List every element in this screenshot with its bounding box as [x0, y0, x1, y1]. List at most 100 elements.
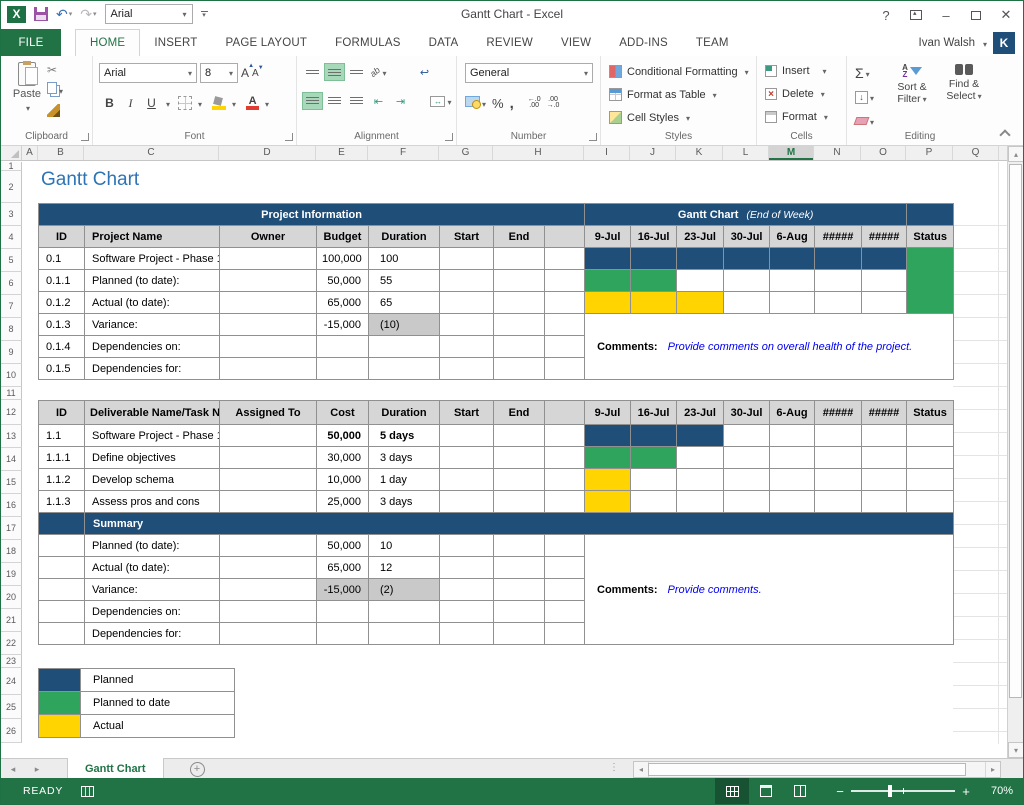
section-header-gantt-chart[interactable]: Gantt Chart(End of Week) — [585, 204, 907, 226]
add-sheet-button[interactable]: + — [190, 762, 205, 777]
zoom-slider-thumb[interactable] — [888, 785, 892, 797]
gantt-cell[interactable] — [815, 270, 862, 292]
legend-label[interactable]: Planned to date — [81, 692, 235, 715]
cell[interactable]: Define objectives — [85, 447, 220, 469]
vertical-scrollbar[interactable]: ▴ ▾ — [1007, 146, 1023, 758]
gantt-cell[interactable] — [770, 447, 815, 469]
cell[interactable]: 50,000 — [317, 425, 369, 447]
cell[interactable] — [317, 358, 369, 380]
sheet-title[interactable]: Gantt Chart — [41, 169, 139, 191]
column-header[interactable]: J — [630, 146, 676, 160]
col-header[interactable]: Duration — [369, 401, 440, 425]
number-format-select[interactable]: General — [465, 63, 593, 83]
horizontal-scroll-thumb[interactable] — [648, 763, 966, 776]
status-cell[interactable] — [907, 491, 954, 513]
row-header[interactable]: 14 — [1, 448, 22, 471]
undo-dropdown-icon[interactable]: ▾ — [69, 10, 73, 18]
cell[interactable] — [369, 358, 440, 380]
cell[interactable] — [545, 535, 585, 557]
week-header[interactable]: ##### — [815, 226, 862, 248]
tab-review[interactable]: REVIEW — [472, 29, 547, 56]
cell[interactable] — [494, 447, 545, 469]
cell[interactable] — [220, 491, 317, 513]
cell[interactable]: 100,000 — [317, 248, 369, 270]
week-header[interactable]: 6-Aug — [770, 401, 815, 425]
alignment-dialog-launcher-icon[interactable] — [445, 133, 453, 141]
cut-button[interactable]: ✂ — [47, 64, 63, 76]
decrease-indent-button[interactable]: ⇤ — [368, 92, 389, 110]
week-header[interactable]: 6-Aug — [770, 226, 815, 248]
redo-dropdown-icon[interactable]: ▾ — [93, 10, 97, 18]
cell[interactable] — [545, 491, 585, 513]
row-header[interactable]: 3 — [1, 203, 22, 226]
cell[interactable]: Software Project - Phase 1.1 — [85, 425, 220, 447]
gantt-cell[interactable] — [585, 270, 631, 292]
cell[interactable]: 1 day — [369, 469, 440, 491]
cell[interactable]: Dependencies on: — [85, 601, 220, 623]
row-header[interactable]: 2 — [1, 171, 22, 203]
tab-home[interactable]: HOME — [75, 29, 140, 56]
gantt-cell[interactable] — [677, 425, 724, 447]
cell[interactable]: 55 — [369, 270, 440, 292]
accounting-format-button[interactable] — [465, 94, 486, 112]
cell[interactable]: 10 — [369, 535, 440, 557]
cell[interactable] — [494, 469, 545, 491]
cell[interactable]: -15,000 — [317, 579, 369, 601]
gantt-cell[interactable] — [815, 425, 862, 447]
cell[interactable] — [440, 447, 494, 469]
column-header[interactable]: H — [493, 146, 584, 160]
cell[interactable] — [545, 447, 585, 469]
fill-color-dropdown-icon[interactable] — [230, 94, 236, 112]
sheet-tab-gantt-chart[interactable]: Gantt Chart — [67, 758, 164, 780]
percent-style-button[interactable]: % — [492, 96, 504, 111]
gantt-cell[interactable] — [677, 447, 724, 469]
cell[interactable] — [39, 579, 85, 601]
legend-swatch[interactable] — [39, 692, 81, 715]
orientation-button[interactable]: ab — [368, 63, 389, 81]
fill-color-icon[interactable] — [212, 96, 226, 110]
column-header[interactable]: Q — [953, 146, 999, 160]
increase-font-button[interactable]: A▲ — [241, 66, 249, 80]
cell[interactable] — [494, 623, 545, 645]
column-header[interactable]: D — [219, 146, 316, 160]
col-header[interactable]: Deliverable Name/Task Name — [85, 401, 220, 425]
status-header[interactable]: Status — [907, 401, 954, 425]
week-header[interactable]: 9-Jul — [585, 401, 631, 425]
row-header[interactable]: 11 — [1, 387, 22, 400]
increase-decimal-button[interactable]: ←.0 .00 — [528, 97, 541, 109]
row-header[interactable]: 21 — [1, 609, 22, 632]
legend-swatch[interactable] — [39, 669, 81, 692]
cell[interactable]: Actual (to date): — [85, 557, 220, 579]
tab-file[interactable]: FILE — [1, 29, 61, 56]
top-align-button[interactable] — [302, 63, 323, 81]
gantt-cell[interactable] — [631, 425, 677, 447]
cell[interactable] — [545, 358, 585, 380]
week-header[interactable]: ##### — [862, 401, 907, 425]
cell[interactable] — [220, 447, 317, 469]
gantt-cell[interactable] — [724, 248, 770, 270]
gantt-cell[interactable] — [677, 292, 724, 314]
sort-filter-button[interactable]: AZ Sort &Filter — [889, 64, 935, 106]
summary-header[interactable]: Summary — [85, 513, 954, 535]
clipboard-dialog-launcher-icon[interactable] — [81, 133, 89, 141]
cell[interactable]: 30,000 — [317, 447, 369, 469]
borders-dropdown-icon[interactable] — [196, 94, 202, 112]
gantt-cell[interactable] — [724, 469, 770, 491]
cell[interactable] — [440, 601, 494, 623]
cell[interactable] — [39, 557, 85, 579]
gantt-cell[interactable] — [862, 425, 907, 447]
cell-styles-button[interactable]: Cell Styles — [609, 111, 690, 124]
gantt-cell[interactable] — [585, 425, 631, 447]
cell[interactable]: Software Project - Phase 1 — [85, 248, 220, 270]
column-header[interactable]: C — [84, 146, 219, 160]
font-family-select[interactable]: Arial — [99, 63, 197, 83]
wrap-text-button[interactable]: ↩ — [414, 63, 435, 81]
cell[interactable] — [440, 469, 494, 491]
paste-button[interactable]: Paste — [9, 62, 45, 124]
undo-button[interactable]: ↶▾ — [56, 6, 72, 23]
cell[interactable]: Planned (to date): — [85, 270, 220, 292]
gantt-cell[interactable] — [585, 447, 631, 469]
cell[interactable] — [545, 579, 585, 601]
cell[interactable] — [369, 601, 440, 623]
cell[interactable] — [440, 623, 494, 645]
